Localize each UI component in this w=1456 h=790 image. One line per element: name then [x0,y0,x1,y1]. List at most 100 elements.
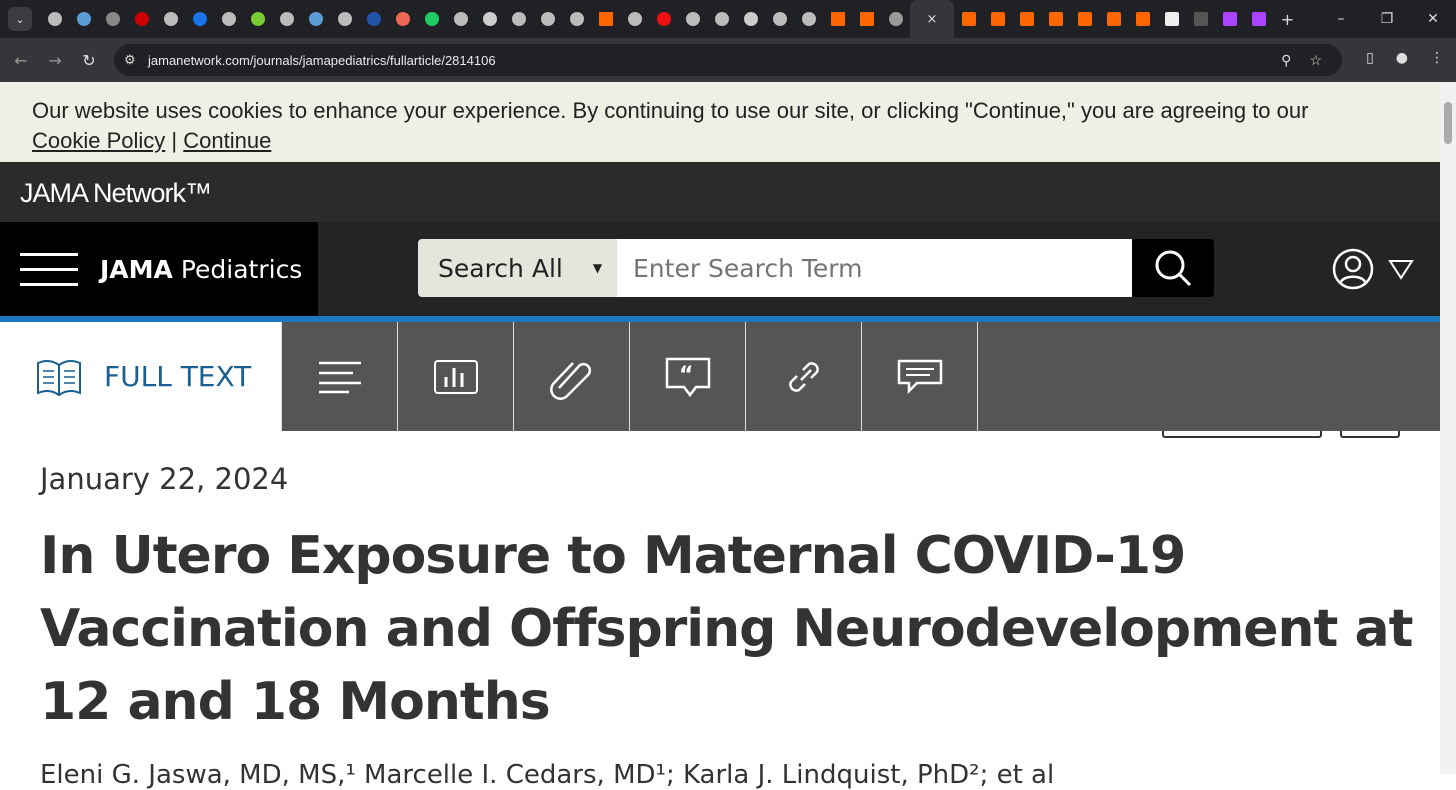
outline-icon [318,361,361,393]
favicon-icon [888,12,903,26]
search-scope-select[interactable]: Search All ▼ [418,239,617,297]
browser-tab[interactable] [475,0,504,38]
browser-tab[interactable] [678,0,707,38]
svg-text:“: “ [679,363,693,388]
favicon-icon [859,12,874,26]
supplemental-button[interactable] [513,322,629,431]
browser-tab[interactable] [533,0,562,38]
browser-tab[interactable] [1099,0,1128,38]
outline-button[interactable] [281,322,397,431]
browser-tab[interactable] [954,0,983,38]
browser-tab[interactable] [707,0,736,38]
cookie-policy-link[interactable]: Cookie Policy [32,128,165,153]
browser-tab[interactable] [185,0,214,38]
browser-tab[interactable] [794,0,823,38]
favicon-icon [830,12,845,26]
browser-tab[interactable] [983,0,1012,38]
tab-strip: ⌄ × + – ❐ ✕ [0,0,1456,38]
permissions-link-button[interactable] [745,322,861,431]
minimize-button[interactable]: – [1318,0,1364,38]
scrollbar[interactable] [1440,82,1456,774]
side-panel-icon[interactable]: ▯ [1366,50,1374,66]
reload-icon[interactable]: ↻ [72,51,106,70]
browser-tab[interactable] [852,0,881,38]
favicon-icon [308,12,323,26]
active-tab-close-button[interactable]: × [910,0,954,38]
browser-tab[interactable] [301,0,330,38]
cite-button[interactable]: “ [629,322,745,431]
site-info-icon[interactable]: ⚙ [124,52,136,68]
zoom-icon[interactable]: ⚲ [1281,52,1291,69]
search-button[interactable] [1132,239,1214,297]
browser-tab[interactable] [1070,0,1099,38]
restore-button[interactable]: ❐ [1364,0,1410,38]
profile-icon[interactable]: ● [1396,50,1408,66]
tab-search-button[interactable]: ⌄ [8,7,32,31]
favicon-icon [105,12,120,26]
favicon-icon [801,12,816,26]
address-bar[interactable]: ⚙ jamanetwork.com/journals/jamapediatric… [114,44,1342,76]
browser-tab[interactable] [272,0,301,38]
browser-tab[interactable] [765,0,794,38]
browser-tab[interactable] [620,0,649,38]
browser-tab[interactable] [388,0,417,38]
figures-icon [433,359,478,394]
browser-tab[interactable] [736,0,765,38]
browser-tab[interactable] [649,0,678,38]
favicon-icon [424,12,439,26]
article-authors[interactable]: Eleni G. Jaswa, MD, MS,¹ Marcelle I. Ced… [40,760,1054,790]
favicon-icon [1222,12,1237,26]
browser-tab[interactable] [1157,0,1186,38]
favicon-icon [395,12,410,26]
browser-tab[interactable] [359,0,388,38]
browser-tab[interactable] [1012,0,1041,38]
figures-button[interactable] [397,322,513,431]
continue-link[interactable]: Continue [183,128,271,153]
browser-tab[interactable] [1041,0,1070,38]
browser-tab[interactable] [40,0,69,38]
browser-tab[interactable] [446,0,475,38]
browser-tab[interactable] [98,0,127,38]
browser-tab[interactable] [243,0,272,38]
search-input[interactable] [617,239,1132,297]
favicon-icon [163,12,178,26]
browser-tab[interactable] [214,0,243,38]
browser-tab[interactable] [591,0,620,38]
favicon-icon [540,12,555,26]
full-text-tab[interactable]: FULL TEXT [0,322,281,431]
browser-tab[interactable] [69,0,98,38]
favicon-icon [192,12,207,26]
favicon-icon [134,12,149,26]
browser-tab[interactable] [156,0,185,38]
journal-logo[interactable]: JAMA Pediatrics [100,255,302,284]
address-bar-row: ← → ↻ ⚙ jamanetwork.com/journals/jamaped… [0,38,1456,82]
favicon-icon [1077,12,1092,26]
browser-tab[interactable] [330,0,359,38]
browser-tab[interactable] [823,0,852,38]
favicon-icon [598,12,613,26]
browser-tab[interactable] [562,0,591,38]
browser-tab[interactable] [1244,0,1273,38]
favicon-icon [1019,12,1034,26]
forward-icon[interactable]: → [38,51,72,70]
browser-tab[interactable] [881,0,910,38]
user-menu[interactable] [1332,248,1414,290]
new-tab-button[interactable]: + [1273,0,1302,38]
browser-tab[interactable] [127,0,156,38]
browser-tab[interactable] [1186,0,1215,38]
hamburger-menu-icon[interactable] [20,241,78,298]
browser-tab[interactable] [1128,0,1157,38]
menu-icon[interactable]: ⋮ [1430,50,1444,66]
jama-network-logo[interactable]: JAMA Network™ [0,162,1440,222]
favicon-icon [627,12,642,26]
favicon-icon [1106,12,1121,26]
back-icon[interactable]: ← [4,51,38,70]
browser-tab[interactable] [504,0,533,38]
browser-tab[interactable] [417,0,446,38]
article-title: In Utero Exposure to Maternal COVID-19 V… [40,526,1413,732]
bookmark-star-icon[interactable]: ☆ [1309,52,1322,69]
close-window-button[interactable]: ✕ [1410,0,1456,38]
url-text: jamanetwork.com/journals/jamapediatrics/… [148,52,496,68]
browser-tab[interactable] [1215,0,1244,38]
comments-button[interactable] [861,322,977,431]
